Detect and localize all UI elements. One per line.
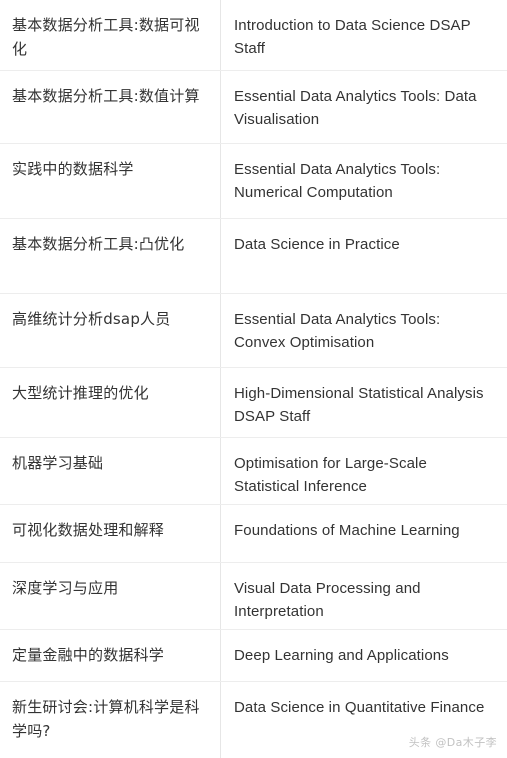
course-name-chinese-cell: 大型统计推理的优化 (0, 368, 220, 437)
course-name-english: Visual Data Processing and Interpretatio… (234, 580, 421, 620)
table-row: 机器学习基础 Optimisation for Large-Scale Stati… (0, 438, 507, 505)
course-name-chinese-cell: 实践中的数据科学 (0, 144, 220, 218)
course-name-chinese: 基本数据分析工具:数值计算 (12, 87, 200, 105)
course-name-english-cell: Essential Data Analytics Tools: Numerica… (221, 144, 507, 218)
course-name-english-cell: Essential Data Analytics Tools: Data Vis… (221, 71, 507, 143)
table-row: 基本数据分析工具:数据可视化 Introduction to Data Scien… (0, 0, 507, 71)
table-row: 高维统计分析dsap人员 Essential Data Analytics Too… (0, 294, 507, 368)
course-name-chinese: 机器学习基础 (12, 454, 104, 472)
course-name-english: Optimisation for Large-Scale Statistical… (234, 455, 427, 495)
course-name-english-cell: Optimisation for Large-Scale Statistical… (221, 438, 507, 504)
course-name-chinese-cell: 新生研讨会:计算机科学是科学吗? (0, 682, 220, 758)
table-row: 基本数据分析工具:数值计算 Essential Data Analytics To… (0, 71, 507, 144)
course-name-english: Deep Learning and Applications (234, 647, 449, 664)
course-name-chinese: 实践中的数据科学 (12, 160, 134, 178)
course-name-english: Introduction to Data Science DSAP Staff (234, 17, 471, 57)
course-name-english: Essential Data Analytics Tools: Convex O… (234, 311, 441, 351)
course-name-english: High-Dimensional Statistical Analysis DS… (234, 385, 484, 425)
table-row: 深度学习与应用 Visual Data Processing and Interp… (0, 563, 507, 630)
course-name-english-cell: Data Science in Practice (221, 219, 507, 293)
table-row: 实践中的数据科学 Essential Data Analytics Tools: … (0, 144, 507, 219)
course-name-chinese: 新生研讨会:计算机科学是科学吗? (12, 698, 200, 740)
course-name-chinese: 基本数据分析工具:凸优化 (12, 235, 185, 253)
table-row: 定量金融中的数据科学 Deep Learning and Applications (0, 630, 507, 682)
course-name-chinese-cell: 基本数据分析工具:数值计算 (0, 71, 220, 143)
course-name-english-cell: High-Dimensional Statistical Analysis DS… (221, 368, 507, 437)
course-name-chinese: 深度学习与应用 (12, 579, 119, 597)
course-name-english-cell: Foundations of Machine Learning (221, 505, 507, 562)
course-name-chinese: 基本数据分析工具:数据可视化 (12, 16, 200, 58)
course-comparison-table: 基本数据分析工具:数据可视化 Introduction to Data Scien… (0, 0, 507, 758)
course-name-english: Essential Data Analytics Tools: Numerica… (234, 161, 441, 201)
table-row: 可视化数据处理和解释 Foundations of Machine Learnin… (0, 505, 507, 563)
course-name-chinese: 可视化数据处理和解释 (12, 521, 165, 539)
course-name-chinese: 高维统计分析dsap人员 (12, 310, 171, 328)
watermark: 头条 @Da木子李 (408, 736, 497, 749)
course-name-chinese-cell: 可视化数据处理和解释 (0, 505, 220, 562)
course-name-chinese-cell: 深度学习与应用 (0, 563, 220, 629)
course-name-english: Data Science in Quantitative Finance (234, 699, 485, 716)
course-name-english-cell: Deep Learning and Applications (221, 630, 507, 681)
course-name-english: Essential Data Analytics Tools: Data Vis… (234, 88, 477, 128)
course-name-chinese-cell: 高维统计分析dsap人员 (0, 294, 220, 367)
course-name-english-cell: Essential Data Analytics Tools: Convex O… (221, 294, 507, 367)
course-name-chinese-cell: 基本数据分析工具:凸优化 (0, 219, 220, 293)
course-name-english: Data Science in Practice (234, 236, 400, 253)
course-name-chinese: 大型统计推理的优化 (12, 384, 149, 402)
course-name-english-cell: Introduction to Data Science DSAP Staff (221, 0, 507, 70)
table-row: 大型统计推理的优化 High-Dimensional Statistical An… (0, 368, 507, 438)
course-name-chinese-cell: 机器学习基础 (0, 438, 220, 504)
table-row: 基本数据分析工具:凸优化 Data Science in Practice (0, 219, 507, 294)
course-name-chinese-cell: 定量金融中的数据科学 (0, 630, 220, 681)
course-name-chinese-cell: 基本数据分析工具:数据可视化 (0, 0, 220, 70)
course-name-english: Foundations of Machine Learning (234, 522, 460, 539)
course-name-english-cell: Visual Data Processing and Interpretatio… (221, 563, 507, 629)
course-name-chinese: 定量金融中的数据科学 (12, 646, 165, 664)
